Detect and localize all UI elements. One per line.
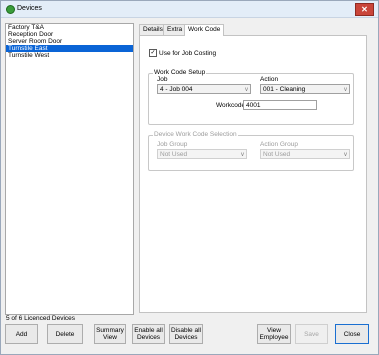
close-icon[interactable]: ✕ [355, 3, 374, 16]
window-title: Devices [17, 5, 42, 12]
device-work-code-selection-group: Device Work Code Selection Job Group Not… [148, 131, 354, 171]
summary-view-button[interactable]: Summary View [94, 324, 126, 344]
disable-all-devices-button[interactable]: Disable all Devices [169, 324, 203, 344]
job-select-value: 4 - Job 004 [160, 86, 193, 93]
close-button[interactable]: Close [335, 324, 369, 344]
list-item[interactable]: Server Room Door [6, 38, 133, 45]
job-group-select-value: Not Used [160, 151, 188, 158]
list-item[interactable]: Reception Door [6, 31, 133, 38]
action-select-value: 001 - Cleaning [263, 86, 306, 93]
chevron-down-icon: v [344, 87, 347, 93]
use-for-job-costing-label: Use for Job Costing [159, 50, 217, 57]
job-select[interactable]: 4 - Job 004 v [157, 84, 251, 94]
list-item[interactable]: Factory T&A [6, 24, 133, 31]
app-icon [6, 5, 15, 14]
work-code-setup-group: Work Code Setup Job 4 - Job 004 v Action… [148, 69, 354, 125]
view-employee-button[interactable]: View Employee [257, 324, 291, 344]
action-label: Action [260, 76, 279, 83]
licence-status: 5 of 6 Licenced Devices [6, 315, 76, 322]
list-item[interactable]: Turnstile West [6, 52, 133, 59]
list-item-selected[interactable]: Turnstile East [6, 45, 133, 52]
work-code-panel: ✓ Use for Job Costing Work Code Setup Jo… [139, 35, 367, 313]
job-group-label: Job Group [157, 141, 188, 148]
chevron-down-icon: v [344, 152, 347, 158]
enable-all-devices-button[interactable]: Enable all Devices [132, 324, 165, 344]
save-button[interactable]: Save [295, 324, 328, 344]
action-group-label: Action Group [260, 141, 298, 148]
chevron-down-icon: v [245, 87, 248, 93]
devices-window: Devices ✕ Factory T&A Reception Door Ser… [0, 0, 379, 355]
add-button[interactable]: Add [5, 324, 38, 344]
delete-button[interactable]: Delete [47, 324, 83, 344]
action-select[interactable]: 001 - Cleaning v [260, 84, 350, 94]
work-code-setup-legend: Work Code Setup [153, 69, 207, 76]
job-label: Job [157, 76, 168, 83]
tab-extra[interactable]: Extra [163, 24, 187, 35]
device-list[interactable]: Factory T&A Reception Door Server Room D… [5, 23, 134, 315]
job-group-select[interactable]: Not Used v [157, 149, 247, 159]
title-bar: Devices ✕ [1, 1, 378, 18]
workcode-label: Workcode [216, 102, 246, 109]
workcode-field[interactable]: 4001 [243, 100, 317, 110]
use-for-job-costing-checkbox[interactable]: ✓ [149, 49, 157, 57]
chevron-down-icon: v [241, 152, 244, 158]
action-group-select[interactable]: Not Used v [260, 149, 350, 159]
device-work-code-selection-legend: Device Work Code Selection [153, 131, 238, 138]
tab-strip: Details Extra Work Code [139, 24, 361, 36]
tab-work-code[interactable]: Work Code [184, 24, 225, 36]
action-group-select-value: Not Used [263, 151, 291, 158]
